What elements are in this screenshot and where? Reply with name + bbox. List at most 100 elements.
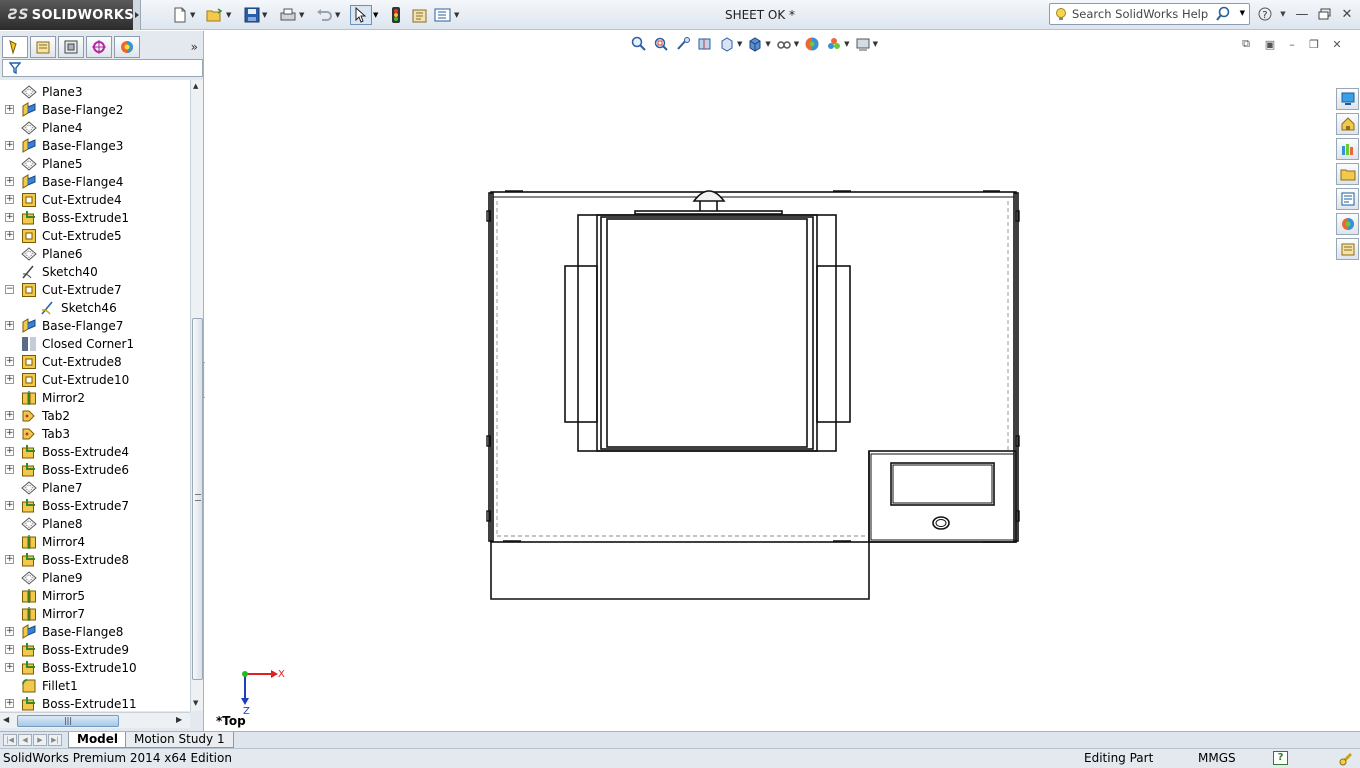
expand-toggle[interactable]: + <box>5 321 14 330</box>
task-pane-custom-properties[interactable] <box>1336 238 1359 260</box>
tab-configuration-manager[interactable] <box>58 36 84 58</box>
tree-item-base-flange3[interactable]: + Base-Flange3 <box>0 137 190 155</box>
minimize-button[interactable]: — <box>1293 6 1311 22</box>
tree-item-sketch46[interactable]: Sketch46 <box>0 299 190 317</box>
expand-toggle[interactable]: + <box>5 465 14 474</box>
tree-vertical-scrollbar[interactable]: ▲ ▼ <box>190 80 203 711</box>
close-button[interactable]: ✕ <box>1338 6 1356 22</box>
tree-item-boss-extrude8[interactable]: + Boss-Extrude8 <box>0 551 190 569</box>
tree-item-plane6[interactable]: Plane6 <box>0 245 190 263</box>
tree-item-boss-extrude10[interactable]: + Boss-Extrude10 <box>0 659 190 677</box>
expand-toggle[interactable]: + <box>5 195 14 204</box>
select-button[interactable] <box>350 5 372 25</box>
tree-item-fillet1[interactable]: Fillet1 <box>0 677 190 695</box>
quick-tips-button[interactable]: ? <box>1273 751 1288 765</box>
help-dropdown[interactable]: ▼ <box>1274 6 1292 22</box>
help-button[interactable]: ? <box>1256 6 1274 22</box>
collapse-toggle[interactable]: − <box>5 285 14 294</box>
tree-item-plane4[interactable]: Plane4 <box>0 119 190 137</box>
tree-horizontal-scrollbar[interactable]: ◀ ||| ▶ <box>0 712 190 728</box>
tree-horizontal-scroll-thumb[interactable]: ||| <box>17 715 119 727</box>
expand-toggle[interactable]: + <box>5 699 14 708</box>
expand-toggle[interactable]: + <box>5 177 14 186</box>
tree-item-tab3[interactable]: + Tab3 <box>0 425 190 443</box>
tree-vertical-scroll-thumb[interactable] <box>192 318 203 680</box>
tree-item-mirror4[interactable]: Mirror4 <box>0 533 190 551</box>
task-pane-view-palette[interactable] <box>1336 188 1359 210</box>
help-search-box[interactable]: Search SolidWorks Help ▼ <box>1049 3 1250 25</box>
scroll-right-arrow[interactable]: ▶ <box>176 715 182 724</box>
new-file-button[interactable]: ▼ <box>172 5 195 25</box>
solidworks-logo[interactable]: ƧS SOLIDWORKS <box>0 0 134 30</box>
tree-item-mirror5[interactable]: Mirror5 <box>0 587 190 605</box>
tree-item-base-flange2[interactable]: + Base-Flange2 <box>0 101 190 119</box>
scroll-down-arrow[interactable]: ▼ <box>193 699 198 707</box>
rebuild-status-icon[interactable] <box>1338 751 1354 767</box>
expand-toggle[interactable]: + <box>5 141 14 150</box>
open-file-button[interactable]: ▼ <box>206 5 231 25</box>
scroll-up-arrow[interactable]: ▲ <box>193 82 198 90</box>
tab-display-manager[interactable] <box>114 36 140 58</box>
expand-toggle[interactable]: + <box>5 447 14 456</box>
tree-item-cut-extrude4[interactable]: + Cut-Extrude4 <box>0 191 190 209</box>
tree-item-plane8[interactable]: Plane8 <box>0 515 190 533</box>
tree-item-cut-extrude5[interactable]: + Cut-Extrude5 <box>0 227 190 245</box>
prev-tab-arrow[interactable]: ◀ <box>18 734 32 746</box>
graphics-area[interactable]: ▼ ▼ ▼ ▼ ▼ ⧉ ▣ – ❐ ✕ X Z *Top <box>205 31 1342 731</box>
tree-item-plane9[interactable]: Plane9 <box>0 569 190 587</box>
tree-item-base-flange4[interactable]: + Base-Flange4 <box>0 173 190 191</box>
print-button[interactable]: ▼ <box>279 5 304 25</box>
save-button[interactable]: ▼ <box>244 5 267 25</box>
expand-toggle[interactable]: + <box>5 645 14 654</box>
tree-item-base-flange7[interactable]: + Base-Flange7 <box>0 317 190 335</box>
tree-item-closed-corner1[interactable]: Closed Corner1 <box>0 335 190 353</box>
tab-feature-manager[interactable] <box>2 36 28 58</box>
tab-model[interactable]: Model <box>68 732 128 748</box>
tree-item-base-flange8[interactable]: + Base-Flange8 <box>0 623 190 641</box>
search-input[interactable]: Search SolidWorks Help <box>1072 7 1208 21</box>
tree-item-boss-extrude1[interactable]: + Boss-Extrude1 <box>0 209 190 227</box>
first-tab-arrow[interactable]: |◀ <box>3 734 17 746</box>
expand-toggle[interactable]: + <box>5 627 14 636</box>
status-units[interactable]: MMGS <box>1198 751 1236 765</box>
expand-toggle[interactable]: + <box>5 105 14 114</box>
tree-item-cut-extrude7[interactable]: − Cut-Extrude7 <box>0 281 190 299</box>
options-button[interactable]: ▼ <box>434 5 459 25</box>
task-pane-design-library[interactable] <box>1336 138 1359 160</box>
expand-toggle[interactable]: + <box>5 231 14 240</box>
panel-expand-button[interactable]: » <box>191 40 198 54</box>
tree-item-plane5[interactable]: Plane5 <box>0 155 190 173</box>
tree-item-plane7[interactable]: Plane7 <box>0 479 190 497</box>
cad-model-drawing[interactable] <box>205 31 1335 731</box>
expand-toggle[interactable]: + <box>5 357 14 366</box>
menu-expand-arrow[interactable] <box>133 0 141 30</box>
task-pane-solidworks-resources[interactable] <box>1336 88 1359 110</box>
search-dropdown[interactable]: ▼ <box>1240 9 1245 17</box>
tree-item-boss-extrude6[interactable]: + Boss-Extrude6 <box>0 461 190 479</box>
next-tab-arrow[interactable]: ▶ <box>33 734 47 746</box>
task-pane-home[interactable] <box>1336 113 1359 135</box>
tab-motion-study[interactable]: Motion Study 1 <box>125 732 234 748</box>
tree-item-boss-extrude9[interactable]: + Boss-Extrude9 <box>0 641 190 659</box>
restore-button[interactable] <box>1316 6 1334 22</box>
tree-item-boss-extrude4[interactable]: + Boss-Extrude4 <box>0 443 190 461</box>
undo-button[interactable]: ▼ <box>315 5 340 25</box>
expand-toggle[interactable]: + <box>5 663 14 672</box>
file-properties-button[interactable] <box>411 5 429 25</box>
tab-dimxpert-manager[interactable] <box>86 36 112 58</box>
tree-item-boss-extrude7[interactable]: + Boss-Extrude7 <box>0 497 190 515</box>
tab-property-manager[interactable] <box>30 36 56 58</box>
last-tab-arrow[interactable]: ▶| <box>48 734 62 746</box>
expand-toggle[interactable]: + <box>5 213 14 222</box>
task-pane-appearances[interactable] <box>1336 213 1359 235</box>
expand-toggle[interactable]: + <box>5 411 14 420</box>
expand-toggle[interactable]: + <box>5 375 14 384</box>
task-pane-file-explorer[interactable] <box>1336 163 1359 185</box>
tree-item-cut-extrude10[interactable]: + Cut-Extrude10 <box>0 371 190 389</box>
expand-toggle[interactable]: + <box>5 555 14 564</box>
scroll-left-arrow[interactable]: ◀ <box>3 715 9 724</box>
tree-item-mirror7[interactable]: Mirror7 <box>0 605 190 623</box>
tree-item-sketch40[interactable]: Sketch40 <box>0 263 190 281</box>
tree-item-boss-extrude11[interactable]: + Boss-Extrude11 <box>0 695 190 711</box>
feature-filter-input[interactable] <box>2 59 203 77</box>
